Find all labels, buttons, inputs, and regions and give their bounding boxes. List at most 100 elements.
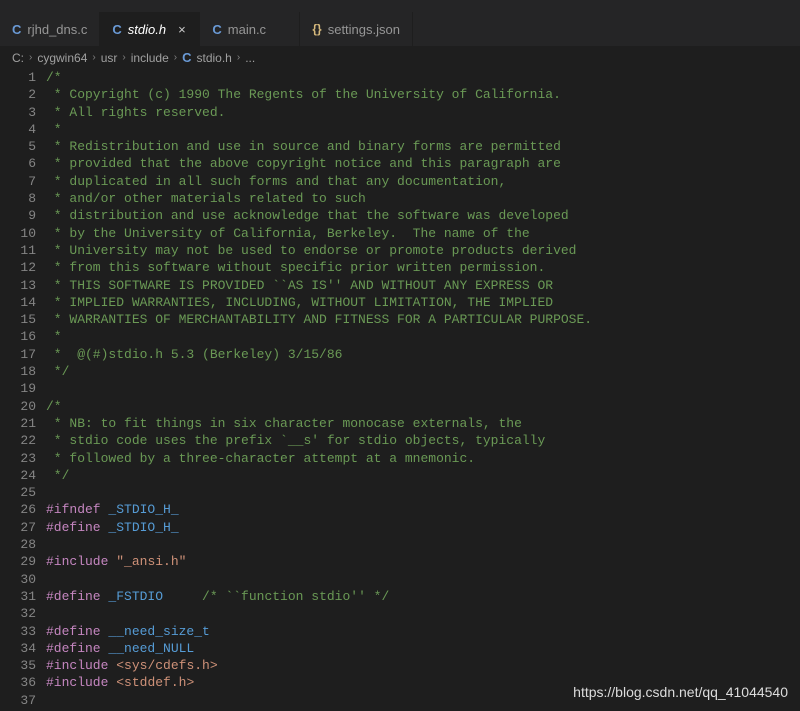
- line-number: 14: [0, 294, 36, 311]
- close-icon[interactable]: ×: [178, 22, 186, 37]
- comment-text: * distribution and use acknowledge that …: [46, 208, 569, 223]
- code-line[interactable]: * THIS SOFTWARE IS PROVIDED ``AS IS'' AN…: [46, 277, 800, 294]
- comment-text: /*: [46, 70, 62, 85]
- comment-text: * NB: to fit things in six character mon…: [46, 416, 522, 431]
- code-line[interactable]: * University may not be used to endorse …: [46, 242, 800, 259]
- code-line[interactable]: * Redistribution and use in source and b…: [46, 138, 800, 155]
- code-line[interactable]: * All rights reserved.: [46, 104, 800, 121]
- breadcrumb-segment[interactable]: C:: [12, 51, 24, 65]
- comment-text: * THIS SOFTWARE IS PROVIDED ``AS IS'' AN…: [46, 278, 553, 293]
- code-line[interactable]: #include "_ansi.h": [46, 553, 800, 570]
- comment-text: /* ``function stdio'' */: [202, 589, 389, 604]
- line-number: 6: [0, 155, 36, 172]
- code-line[interactable]: * provided that the above copyright noti…: [46, 155, 800, 172]
- code-line[interactable]: [46, 571, 800, 588]
- line-number: 22: [0, 432, 36, 449]
- code-line[interactable]: * IMPLIED WARRANTIES, INCLUDING, WITHOUT…: [46, 294, 800, 311]
- code-line[interactable]: [46, 536, 800, 553]
- line-number: 17: [0, 346, 36, 363]
- tab-label: main.c: [228, 22, 266, 37]
- code-line[interactable]: * NB: to fit things in six character mon…: [46, 415, 800, 432]
- line-number: 3: [0, 104, 36, 121]
- code-line[interactable]: * stdio code uses the prefix `__s' for s…: [46, 432, 800, 449]
- preproc-keyword: #define: [46, 624, 101, 639]
- macro-ident: _STDIO_H_: [108, 502, 178, 517]
- code-line[interactable]: #define _STDIO_H_: [46, 519, 800, 536]
- chevron-right-icon: ›: [29, 52, 32, 63]
- code-content[interactable]: /* * Copyright (c) 1990 The Regents of t…: [46, 69, 800, 711]
- code-line[interactable]: */: [46, 363, 800, 380]
- code-line[interactable]: [46, 605, 800, 622]
- code-line[interactable]: * distribution and use acknowledge that …: [46, 207, 800, 224]
- code-line[interactable]: * duplicated in all such forms and that …: [46, 173, 800, 190]
- preproc-keyword: #ifndef: [46, 502, 101, 517]
- breadcrumb: C:›cygwin64›usr›include›Cstdio.h›...: [0, 46, 800, 69]
- breadcrumb-segment[interactable]: usr: [101, 51, 118, 65]
- line-number: 26: [0, 501, 36, 518]
- line-number: 8: [0, 190, 36, 207]
- line-number: 7: [0, 173, 36, 190]
- tab-rjhd_dns-c[interactable]: Crjhd_dns.c: [0, 12, 100, 46]
- editor-tabs: Crjhd_dns.c Cstdio.h × Cmain.c{}settings.js…: [0, 12, 800, 46]
- code-line[interactable]: *: [46, 121, 800, 138]
- tab-main-c[interactable]: Cmain.c: [200, 12, 300, 46]
- line-number: 19: [0, 380, 36, 397]
- breadcrumb-segment[interactable]: ...: [245, 51, 255, 65]
- code-line[interactable]: /*: [46, 69, 800, 86]
- code-line[interactable]: * Copyright (c) 1990 The Regents of the …: [46, 86, 800, 103]
- comment-text: * WARRANTIES OF MERCHANTABILITY AND FITN…: [46, 312, 592, 327]
- code-line[interactable]: #define _FSTDIO /* ``function stdio'' */: [46, 588, 800, 605]
- comment-text: *: [46, 122, 62, 137]
- breadcrumb-segment[interactable]: stdio.h: [197, 51, 232, 65]
- code-line[interactable]: * from this software without specific pr…: [46, 259, 800, 276]
- c-file-icon: C: [212, 22, 221, 37]
- code-line[interactable]: #define __need_NULL: [46, 640, 800, 657]
- preproc-keyword: #include: [46, 658, 108, 673]
- comment-text: */: [46, 468, 69, 483]
- line-number: 9: [0, 207, 36, 224]
- braces-icon: {}: [312, 22, 321, 36]
- comment-text: */: [46, 364, 69, 379]
- line-number: 32: [0, 605, 36, 622]
- breadcrumb-segment[interactable]: include: [131, 51, 169, 65]
- line-number: 31: [0, 588, 36, 605]
- code-line[interactable]: * followed by a three-character attempt …: [46, 450, 800, 467]
- preproc-keyword: #include: [46, 675, 108, 690]
- comment-text: * @(#)stdio.h 5.3 (Berkeley) 3/15/86: [46, 347, 342, 362]
- line-number: 36: [0, 674, 36, 691]
- line-number: 21: [0, 415, 36, 432]
- comment-text: * stdio code uses the prefix `__s' for s…: [46, 433, 545, 448]
- line-number: 2: [0, 86, 36, 103]
- comment-text: * and/or other materials related to such: [46, 191, 366, 206]
- code-line[interactable]: * WARRANTIES OF MERCHANTABILITY AND FITN…: [46, 311, 800, 328]
- code-line[interactable]: * by the University of California, Berke…: [46, 225, 800, 242]
- line-number: 10: [0, 225, 36, 242]
- code-line[interactable]: #include <stddef.h>: [46, 674, 800, 691]
- code-line[interactable]: [46, 484, 800, 501]
- tab-settings-json[interactable]: {}settings.json: [300, 12, 413, 46]
- line-number: 29: [0, 553, 36, 570]
- code-line[interactable]: * and/or other materials related to such: [46, 190, 800, 207]
- comment-text: * from this software without specific pr…: [46, 260, 545, 275]
- code-line[interactable]: * @(#)stdio.h 5.3 (Berkeley) 3/15/86: [46, 346, 800, 363]
- line-number: 11: [0, 242, 36, 259]
- code-line[interactable]: [46, 380, 800, 397]
- tab-label: rjhd_dns.c: [27, 22, 87, 37]
- code-line[interactable]: #ifndef _STDIO_H_: [46, 501, 800, 518]
- preproc-keyword: #define: [46, 589, 101, 604]
- tab-label: stdio.h: [128, 22, 166, 37]
- macro-ident: _FSTDIO: [108, 589, 163, 604]
- code-line[interactable]: */: [46, 467, 800, 484]
- code-editor[interactable]: 1234567891011121314151617181920212223242…: [0, 69, 800, 711]
- preproc-keyword: #define: [46, 641, 101, 656]
- line-number: 23: [0, 450, 36, 467]
- code-line[interactable]: *: [46, 328, 800, 345]
- code-line[interactable]: /*: [46, 398, 800, 415]
- code-line[interactable]: [46, 692, 800, 709]
- tab-stdio-h[interactable]: Cstdio.h×: [100, 12, 200, 46]
- code-line[interactable]: #include <sys/cdefs.h>: [46, 657, 800, 674]
- breadcrumb-segment[interactable]: cygwin64: [37, 51, 87, 65]
- include-target: "_ansi.h": [116, 554, 186, 569]
- code-line[interactable]: #define __need_size_t: [46, 623, 800, 640]
- line-number: 28: [0, 536, 36, 553]
